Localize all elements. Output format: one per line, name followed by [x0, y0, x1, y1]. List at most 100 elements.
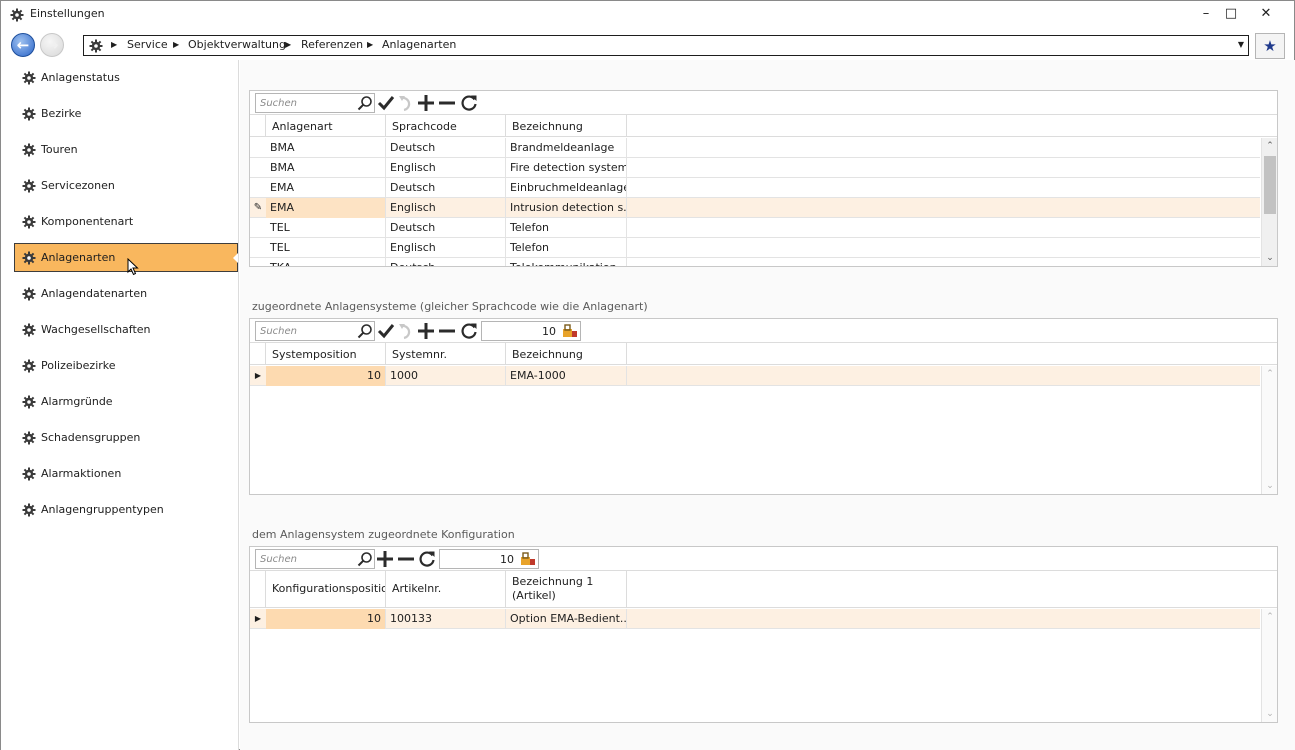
- sidebar-item[interactable]: Anlagendatenarten: [14, 279, 238, 308]
- sidebar-item[interactable]: Polizeibezirke: [14, 351, 238, 380]
- table-cell[interactable]: BMA: [266, 158, 386, 178]
- table-row[interactable]: TEL Deutsch Telefon: [250, 218, 1260, 238]
- search-icon[interactable]: [357, 323, 373, 342]
- back-button[interactable]: ←: [11, 33, 35, 57]
- column-header[interactable]: Sprachcode: [386, 115, 506, 136]
- sidebar-item[interactable]: Servicezonen: [14, 171, 238, 200]
- forward-button[interactable]: →: [40, 33, 64, 57]
- refresh-icon[interactable]: [460, 94, 478, 115]
- column-header[interactable]: Systemposition: [266, 343, 386, 364]
- table-cell[interactable]: Deutsch: [386, 258, 506, 266]
- chevron-down-icon[interactable]: ▼: [1238, 40, 1244, 49]
- add-icon[interactable]: [417, 94, 435, 115]
- table-cell[interactable]: Telefon: [506, 238, 627, 258]
- scrollbar-thumb[interactable]: [1264, 156, 1276, 214]
- maximize-button[interactable]: □: [1219, 4, 1243, 24]
- sidebar-item[interactable]: Alarmaktionen: [14, 459, 238, 488]
- filter-lock-icon[interactable]: [562, 324, 578, 341]
- breadcrumb-item-objektverwaltung[interactable]: Objektverwaltung: [188, 38, 286, 51]
- search-input[interactable]: Suchen: [255, 321, 375, 341]
- count-input[interactable]: 10: [481, 321, 581, 341]
- scroll-up-icon[interactable]: ⌃: [1262, 366, 1278, 382]
- table-row[interactable]: ▶ 10 1000 EMA-1000: [250, 366, 1260, 386]
- table-cell[interactable]: EMA: [266, 198, 386, 218]
- column-header[interactable]: Bezeichnung: [506, 115, 627, 136]
- column-header[interactable]: Konfigurationsposition: [266, 571, 386, 607]
- refresh-icon[interactable]: [418, 550, 436, 571]
- table-cell[interactable]: 10: [266, 366, 386, 386]
- scroll-up-icon[interactable]: ⌃: [1262, 609, 1278, 625]
- table-cell[interactable]: 10: [266, 609, 386, 629]
- sidebar-item[interactable]: Wachgesellschaften: [14, 315, 238, 344]
- table-cell[interactable]: Englisch: [386, 238, 506, 258]
- table-cell[interactable]: BMA: [266, 138, 386, 158]
- refresh-icon[interactable]: [460, 322, 478, 343]
- breadcrumb-item-anlagenarten[interactable]: Anlagenarten: [382, 38, 456, 51]
- table-row[interactable]: ▶ 10 100133 Option EMA-Bedient...: [250, 609, 1260, 629]
- table-cell[interactable]: EMA: [266, 178, 386, 198]
- remove-icon[interactable]: [438, 94, 456, 115]
- table-cell[interactable]: Englisch: [386, 198, 506, 218]
- favorite-button[interactable]: ★: [1255, 33, 1285, 59]
- sidebar-item[interactable]: Schadensgruppen: [14, 423, 238, 452]
- sidebar-item[interactable]: Anlagenarten: [14, 243, 238, 272]
- table-cell[interactable]: Telekommunikation: [506, 258, 627, 266]
- breadcrumb-item-service[interactable]: Service: [127, 38, 168, 51]
- table-cell[interactable]: Englisch: [386, 158, 506, 178]
- vertical-scrollbar[interactable]: ⌃ ⌄: [1261, 609, 1277, 722]
- table-cell[interactable]: Option EMA-Bedient...: [506, 609, 627, 629]
- scroll-down-icon[interactable]: ⌄: [1262, 250, 1278, 266]
- sidebar-item[interactable]: Touren: [14, 135, 238, 164]
- column-header[interactable]: Artikelnr.: [386, 571, 506, 607]
- remove-icon[interactable]: [438, 322, 456, 343]
- search-icon[interactable]: [357, 551, 373, 570]
- check-icon[interactable]: [377, 94, 395, 115]
- table-cell[interactable]: TKA: [266, 258, 386, 266]
- table-cell[interactable]: Deutsch: [386, 218, 506, 238]
- add-icon[interactable]: [376, 550, 394, 571]
- table-row[interactable]: BMA Englisch Fire detection system: [250, 158, 1260, 178]
- breadcrumb-item-referenzen[interactable]: Referenzen: [301, 38, 363, 51]
- remove-icon[interactable]: [397, 550, 415, 571]
- sidebar-item[interactable]: Alarmgründe: [14, 387, 238, 416]
- breadcrumb[interactable]: ▶ Service ▶ Objektverwaltung ▶ Referenze…: [83, 35, 1249, 56]
- count-input[interactable]: 10: [439, 549, 539, 569]
- table-cell[interactable]: Brandmeldeanlage: [506, 138, 627, 158]
- scroll-down-icon[interactable]: ⌄: [1262, 706, 1278, 722]
- table-row[interactable]: BMA Deutsch Brandmeldeanlage: [250, 138, 1260, 158]
- search-input[interactable]: Suchen: [255, 93, 375, 113]
- sidebar-item[interactable]: Komponentenart: [14, 207, 238, 236]
- sidebar-item[interactable]: Anlagengruppentypen: [14, 495, 238, 524]
- vertical-scrollbar[interactable]: ⌃ ⌄: [1261, 138, 1277, 266]
- add-icon[interactable]: [417, 322, 435, 343]
- table-cell[interactable]: Intrusion detection s...: [506, 198, 627, 218]
- table-row[interactable]: ✎ EMA Englisch Intrusion detection s...: [250, 198, 1260, 218]
- table-cell[interactable]: TEL: [266, 218, 386, 238]
- table-row[interactable]: TKADeutschTelekommunikation: [250, 258, 1260, 266]
- undo-icon[interactable]: [398, 94, 414, 115]
- sidebar-item[interactable]: Bezirke: [14, 99, 238, 128]
- table-cell[interactable]: EMA-1000: [506, 366, 627, 386]
- filter-lock-icon[interactable]: [520, 552, 536, 569]
- table-cell[interactable]: 1000: [386, 366, 506, 386]
- table-row[interactable]: TEL Englisch Telefon: [250, 238, 1260, 258]
- scroll-down-icon[interactable]: ⌄: [1262, 478, 1278, 494]
- table-row[interactable]: EMA Deutsch Einbruchmeldeanlage: [250, 178, 1260, 198]
- column-header[interactable]: Bezeichnung: [506, 343, 627, 364]
- table-cell[interactable]: Fire detection system: [506, 158, 627, 178]
- table-cell[interactable]: Deutsch: [386, 138, 506, 158]
- search-input[interactable]: Suchen: [255, 549, 375, 569]
- scroll-up-icon[interactable]: ⌃: [1262, 138, 1278, 154]
- vertical-scrollbar[interactable]: ⌃ ⌄: [1261, 366, 1277, 494]
- column-header[interactable]: Bezeichnung 1 (Artikel): [506, 571, 627, 607]
- minimize-button[interactable]: –: [1194, 4, 1218, 24]
- check-icon[interactable]: [377, 322, 395, 343]
- close-button[interactable]: ✕: [1254, 4, 1278, 24]
- column-header[interactable]: Anlagenart: [266, 115, 386, 136]
- table-cell[interactable]: Einbruchmeldeanlage: [506, 178, 627, 198]
- sidebar-item[interactable]: Anlagenstatus: [14, 63, 238, 92]
- table-cell[interactable]: Telefon: [506, 218, 627, 238]
- table-cell[interactable]: TEL: [266, 238, 386, 258]
- table-cell[interactable]: 100133: [386, 609, 506, 629]
- undo-icon[interactable]: [398, 322, 414, 343]
